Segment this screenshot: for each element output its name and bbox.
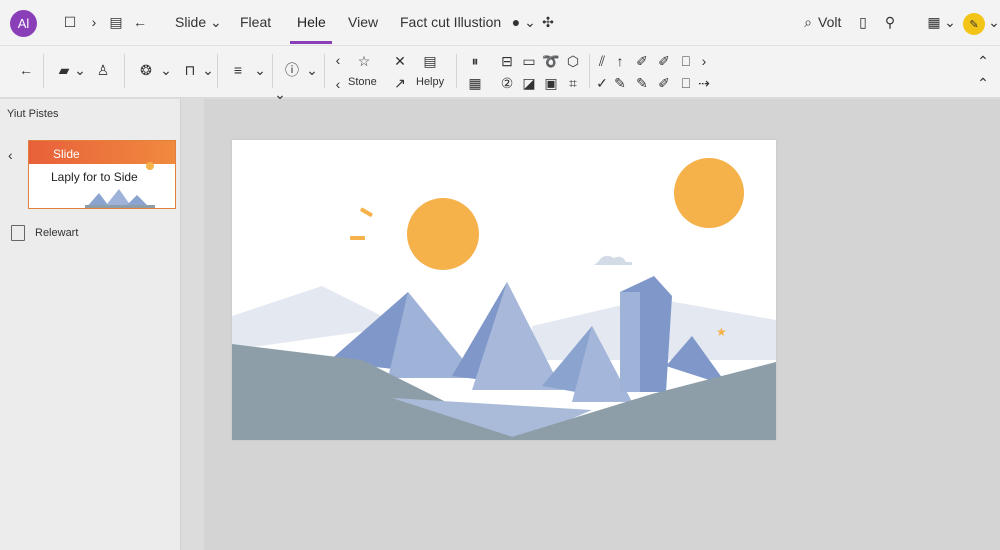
pause-icon[interactable]: ⏸ bbox=[465, 51, 485, 71]
check-icon[interactable]: ✓ bbox=[592, 73, 612, 93]
divider bbox=[272, 54, 273, 88]
table-icon[interactable]: ▦ bbox=[465, 73, 485, 93]
app-logo[interactable]: Al bbox=[10, 10, 37, 37]
menu-slide[interactable]: Slide ⌄ bbox=[175, 14, 222, 31]
slash-icon[interactable]: ⫽ bbox=[592, 51, 612, 71]
rectangle-icon[interactable]: ▭ bbox=[519, 51, 539, 71]
chevron-down-icon[interactable]: ⌄ bbox=[156, 60, 176, 80]
thumbnail-title: Slide bbox=[53, 147, 80, 161]
chevron-left-icon[interactable]: ‹ bbox=[328, 50, 348, 70]
chevron-down-icon[interactable]: ⌄ bbox=[520, 12, 540, 32]
shape-icon[interactable]: ☆ bbox=[354, 51, 374, 71]
crop-icon[interactable]: ⌗ bbox=[563, 73, 583, 93]
related-item[interactable]: Relewart bbox=[11, 225, 78, 241]
mountain-peak bbox=[620, 292, 640, 392]
chevron-down-icon[interactable]: ⌄ bbox=[302, 60, 322, 80]
thumbnail-header bbox=[29, 141, 175, 164]
star: ★ bbox=[716, 325, 727, 339]
minus-icon[interactable]: ⇢ bbox=[694, 73, 714, 93]
sun bbox=[407, 198, 479, 270]
user-icon[interactable]: ♙ bbox=[93, 60, 113, 80]
chevron-right-icon[interactable]: › bbox=[84, 12, 104, 32]
back-arrow-icon[interactable]: ← bbox=[130, 12, 150, 32]
thumbnail-sun bbox=[146, 162, 154, 170]
sun bbox=[674, 158, 744, 228]
lasso-icon[interactable]: ➰ bbox=[541, 51, 561, 71]
brush-icon[interactable]: ✎ bbox=[632, 73, 652, 93]
chevron-up-icon[interactable]: ⌃ bbox=[973, 73, 993, 93]
document-icon[interactable]: ▤ bbox=[106, 12, 126, 32]
number-icon[interactable]: ② bbox=[497, 73, 517, 93]
toolbar: ← ▰ ⌄ ♙ ❂ ⌄ ⊓ ⌄ ≡ ⌄ ⓘ ⌄ ⌄ ‹ ‹ ☆ Stone ✕ … bbox=[0, 46, 1000, 102]
tag-icon[interactable]: ◪ bbox=[519, 73, 539, 93]
active-tab-indicator bbox=[290, 41, 332, 44]
note-icon[interactable]: ▤ bbox=[420, 51, 440, 71]
align-icon[interactable]: ≡ bbox=[228, 60, 248, 80]
panel-title: Yiut Pistes bbox=[7, 108, 59, 120]
divider bbox=[456, 54, 457, 88]
palette-icon[interactable]: ❂ bbox=[136, 60, 156, 80]
collapse-chevron-icon[interactable]: ‹ bbox=[8, 147, 13, 163]
chevron-down-icon[interactable]: ⌄ bbox=[198, 60, 218, 80]
sparkle-icon[interactable]: ✣ bbox=[538, 12, 558, 32]
pin-icon[interactable]: ⚲ bbox=[880, 12, 900, 32]
stone-label[interactable]: Stone bbox=[348, 76, 377, 88]
slide-illustration: ★ bbox=[232, 158, 776, 440]
file-icon[interactable]: ▯ bbox=[853, 12, 873, 32]
info-icon[interactable]: ⓘ bbox=[282, 60, 302, 80]
book-icon[interactable]: ⎕ bbox=[676, 51, 696, 71]
divider bbox=[124, 54, 125, 88]
cloud bbox=[594, 255, 632, 265]
chevron-down-icon[interactable]: ⌄ bbox=[70, 60, 90, 80]
pen-icon[interactable]: ✐ bbox=[632, 51, 652, 71]
search-icon[interactable]: ⌕ bbox=[798, 12, 818, 32]
chevron-down-icon[interactable]: ⌄ bbox=[250, 60, 270, 80]
volt-label[interactable]: Volt bbox=[818, 14, 841, 30]
frame-icon[interactable]: ⊓ bbox=[180, 60, 200, 80]
chevron-down-icon[interactable]: ⌄ bbox=[940, 12, 960, 32]
chevron-left-icon[interactable]: ‹ bbox=[328, 74, 348, 94]
divider bbox=[43, 54, 44, 88]
document-icon bbox=[11, 225, 25, 241]
sparkle-mark bbox=[350, 236, 365, 240]
menu-hele[interactable]: Hele bbox=[297, 14, 326, 30]
thumbnail-subtitle: Laply for to Side bbox=[51, 170, 138, 184]
image-icon[interactable]: ▣ bbox=[541, 73, 561, 93]
cube-icon[interactable]: ⬡ bbox=[563, 51, 583, 71]
chevron-down-icon: ⌄ bbox=[210, 14, 222, 30]
sparkle-mark bbox=[360, 207, 373, 217]
help-label[interactable]: Helpy bbox=[416, 76, 444, 88]
related-item-label: Relewart bbox=[35, 227, 79, 239]
slide-thumbnail[interactable]: Slide Laply for to Side bbox=[28, 140, 176, 209]
menu-bar: Al ☐ › ▤ ← Slide ⌄ Fleat Hele View Fact … bbox=[0, 0, 1000, 46]
menu-fleat[interactable]: Fleat bbox=[240, 14, 271, 30]
pencil-icon[interactable]: ✎ bbox=[610, 73, 630, 93]
menu-fact-cut-illustion[interactable]: Fact cut Illustion bbox=[400, 14, 501, 30]
slides-panel: Yiut Pistes ‹ Slide Laply for to Side Re… bbox=[0, 99, 181, 550]
slide[interactable]: ★ bbox=[232, 140, 776, 440]
layers-icon[interactable]: ⎕ bbox=[676, 73, 696, 93]
menu-view[interactable]: View bbox=[348, 14, 378, 30]
thumbnail-mountains bbox=[85, 189, 155, 208]
up-arrow-icon[interactable]: ↑ bbox=[610, 51, 630, 71]
chevron-right-icon[interactable]: › bbox=[694, 51, 714, 71]
grid-icon[interactable]: ⊟ bbox=[497, 51, 517, 71]
arrow-icon[interactable]: ↗ bbox=[390, 73, 410, 93]
divider bbox=[217, 54, 218, 88]
back-arrow-icon[interactable]: ← bbox=[16, 60, 36, 80]
close-icon[interactable]: ✕ bbox=[390, 51, 410, 71]
chevron-down-icon[interactable]: ⌄ bbox=[984, 12, 1000, 32]
divider bbox=[589, 54, 590, 88]
avatar[interactable]: ✎ bbox=[963, 13, 985, 35]
edit-icon[interactable]: ✐ bbox=[654, 51, 674, 71]
square-icon[interactable]: ☐ bbox=[60, 12, 80, 32]
divider bbox=[324, 54, 325, 88]
marker-icon[interactable]: ✐ bbox=[654, 73, 674, 93]
chevron-up-icon[interactable]: ⌃ bbox=[973, 51, 993, 71]
